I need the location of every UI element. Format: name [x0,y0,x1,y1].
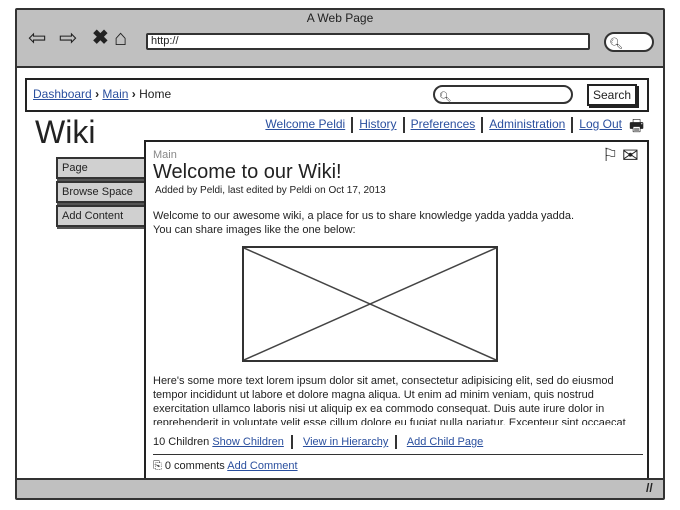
page-meta: Added by Peldi, last edited by Peldi on … [155,185,386,196]
link-preferences[interactable]: Preferences [411,117,476,133]
browser-search-input[interactable]: 🔍︎ [604,32,654,52]
children-count: 10 Children [153,435,210,448]
stop-icon[interactable]: ✖ [92,27,109,49]
sidebar-add-content[interactable]: Add Content [56,205,146,227]
view-hierarchy-link[interactable]: View in Hierarchy [303,436,388,448]
resize-grip-icon[interactable]: // [646,481,653,495]
url-input[interactable]: http:// [146,33,590,50]
add-comment-link[interactable]: Add Comment [227,460,297,472]
space-label: Main [153,149,177,161]
show-children-link[interactable]: Show Children [212,436,284,448]
body-text: Here's some more text lorem ipsum dolor … [153,375,626,425]
intro-line-2: You can share images like the one below: [153,224,356,236]
link-history[interactable]: History [359,117,396,133]
breadcrumb: Dashboard › Main › Home [33,87,172,101]
breadcrumb-main[interactable]: Main [102,87,128,101]
status-bar [17,478,663,498]
page-title: Welcome to our Wiki! [153,161,342,183]
add-child-page-link[interactable]: Add Child Page [407,436,483,448]
breadcrumb-dashboard[interactable]: Dashboard [33,87,92,101]
search-input[interactable]: 🔍︎ [433,85,573,104]
link-welcome[interactable]: Welcome Peldi [265,117,345,133]
search-button[interactable]: Search [587,84,637,106]
link-logout[interactable]: Log Out [579,117,622,133]
forward-icon[interactable]: ⇨ [59,27,77,49]
email-icon[interactable]: ✉ [622,143,639,168]
comments-row: ⎘ 0 comments Add Comment [153,460,298,473]
search-icon: 🔍︎ [439,92,452,103]
link-administration[interactable]: Administration [489,117,565,133]
flag-icon[interactable]: ⚐ [602,145,618,166]
sidebar-page-operations[interactable]: Page Operations [56,157,146,192]
children-row: 10 Children Show Children View in Hierar… [153,435,483,449]
comments-icon: ⎘ [153,460,162,472]
site-title: Wiki [35,114,96,150]
back-icon[interactable]: ⇦ [28,27,46,49]
home-icon[interactable]: ⌂ [114,27,127,49]
image-placeholder [242,246,498,362]
breadcrumb-home: Home [139,87,172,101]
printer-icon[interactable]: 🖶 [629,115,644,142]
comments-count: 0 comments [164,460,225,472]
search-icon: 🔍︎ [609,38,623,50]
divider [153,454,643,455]
sidebar-browse-space[interactable]: Browse Space [56,181,146,203]
window-title: A Web Page [306,11,374,25]
top-links: Welcome Peldi History Preferences Admini… [265,117,622,133]
intro-line-1: Welcome to our awesome wiki, a place for… [153,210,575,222]
